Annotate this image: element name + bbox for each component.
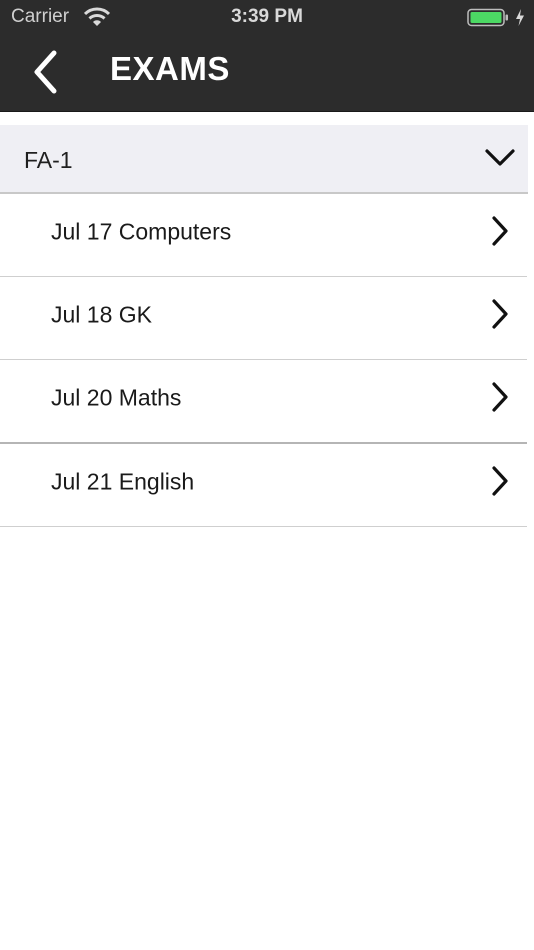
exam-row-computers[interactable]: Jul 17 Computers: [0, 194, 527, 277]
exam-label: Jul 17 Computers: [51, 218, 232, 245]
clock: 3:39 PM: [231, 6, 303, 27]
battery-icon: [467, 8, 508, 27]
exam-label: Jul 20 Maths: [51, 384, 182, 411]
page-title: EXAMS: [110, 50, 230, 87]
exam-label: Jul 18 GK: [51, 301, 152, 328]
exam-label: Jul 21 English: [51, 468, 195, 495]
back-button[interactable]: [22, 42, 78, 100]
charging-bolt-icon: [516, 9, 524, 26]
exam-row-gk[interactable]: Jul 18 GK: [0, 277, 527, 360]
chevron-right-icon: [492, 299, 508, 329]
status-bar: Carrier 3:39 PM: [0, 0, 534, 36]
chevron-down-icon: [485, 149, 515, 166]
chevron-right-icon: [492, 216, 508, 246]
chevron-right-icon: [492, 382, 508, 412]
chevron-left-icon: [34, 50, 57, 94]
section-header-fa1[interactable]: FA-1: [0, 125, 528, 194]
section-title: FA-1: [24, 147, 73, 173]
exam-list: Jul 17 Computers Jul 18 GK Jul 20 Maths …: [0, 194, 527, 527]
top-bar: Carrier 3:39 PM EXAMS: [0, 0, 534, 112]
chevron-right-icon: [492, 466, 508, 496]
navigation-bar: EXAMS: [0, 36, 534, 111]
exam-row-english[interactable]: Jul 21 English: [0, 444, 527, 527]
exam-row-maths[interactable]: Jul 20 Maths: [0, 360, 527, 444]
